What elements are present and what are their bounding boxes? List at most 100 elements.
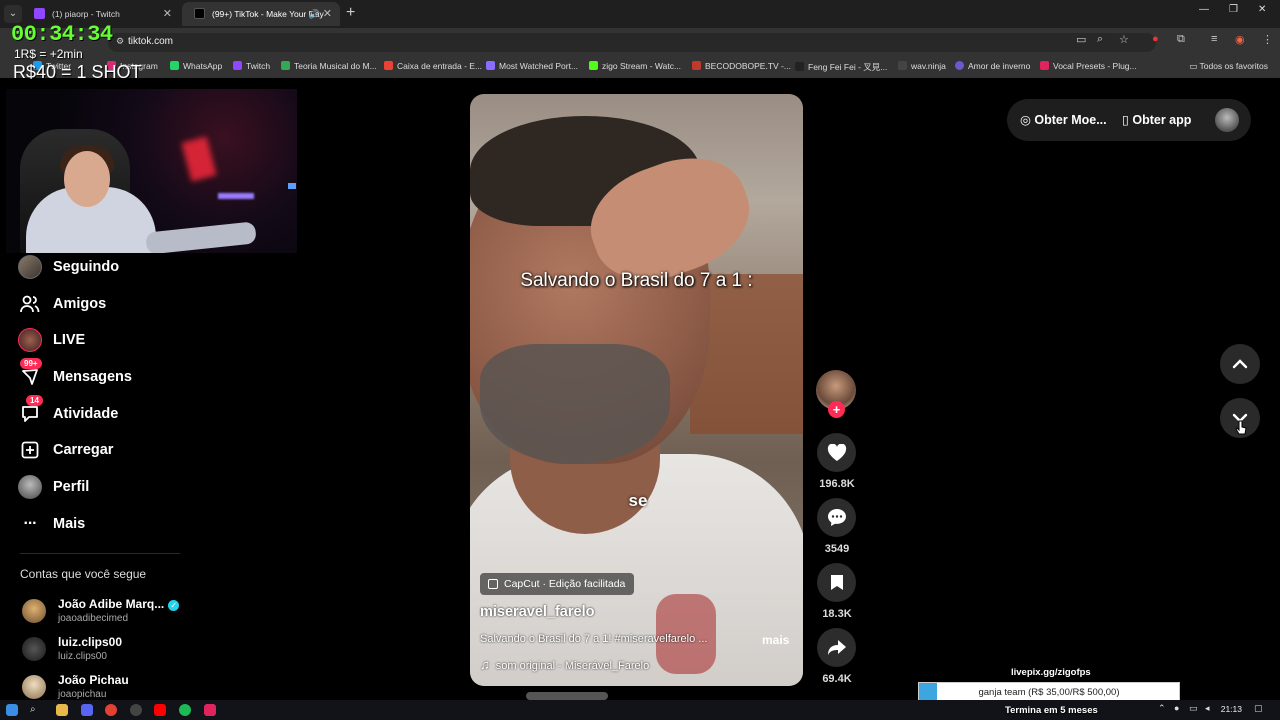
bookmark-wav-ninja[interactable]: wav.ninja [898, 61, 946, 71]
profile-avatar-icon[interactable]: ◉ [1235, 33, 1245, 46]
like-count: 196.8K [819, 478, 855, 490]
tab-label: (1) piaorp - Twitch [52, 9, 120, 19]
bookmark-most-watched[interactable]: Most Watched Port... [486, 61, 578, 71]
upload-icon [18, 438, 42, 462]
user-avatar[interactable] [1215, 108, 1239, 132]
video-caption-top: Salvando o Brasil do 7 a 1 : [520, 270, 753, 291]
bookmark-feng-fei-fei[interactable]: Feng Fei Fei - 叉見... [795, 61, 887, 73]
notifications-icon[interactable]: ▢ [1254, 703, 1263, 714]
bookmark-becodobope[interactable]: BECODOBOPE.TV -... [692, 61, 791, 71]
get-app-label: Obter app [1132, 113, 1192, 127]
sidebar-item-messages[interactable]: 99+ Mensagens [18, 358, 132, 391]
bookmark-icon [830, 575, 843, 590]
browser-tab-tiktok[interactable]: (99+) TikTok - Make Your Day 🔊 ✕ [182, 2, 340, 26]
sidebar-divider [20, 553, 180, 554]
speaker-icon[interactable]: 🔊 [309, 2, 320, 26]
sidebar-item-profile[interactable]: Perfil [18, 473, 89, 501]
capcut-label: CapCut · Edição facilitada [504, 578, 626, 590]
url-text: tiktok.com [128, 36, 174, 47]
video-caption-subtitle: se [628, 491, 648, 510]
get-coins-button[interactable]: ◎ Obter Moe... [1020, 112, 1107, 127]
chrome-icon[interactable] [105, 704, 117, 716]
zoom-icon[interactable]: ⌕ [1097, 33, 1103, 46]
bookmark-vocal-presets[interactable]: Vocal Presets - Plug... [1040, 61, 1137, 71]
bookmark-zigo-stream[interactable]: zigo Stream - Watc... [589, 61, 681, 71]
bookmark-amor-de-inverno[interactable]: Amor de inverno [955, 61, 1030, 71]
extension-icon[interactable]: ● [1152, 33, 1159, 45]
comment-button[interactable] [817, 498, 856, 537]
stream-shot-text: R$40 = 1 SHOT [13, 62, 142, 82]
url-field[interactable]: ⚙ tiktok.com [108, 33, 1156, 52]
more-icon: ··· [23, 515, 38, 532]
cast-icon[interactable]: ▭ [1076, 33, 1086, 46]
close-tab-icon[interactable]: ✕ [323, 2, 332, 26]
description-more-button[interactable]: mais [762, 633, 789, 647]
video-sound[interactable]: ♫ som original - Miserável_Farelo [480, 657, 649, 672]
restore-icon[interactable]: ❐ [1229, 4, 1238, 15]
tab-search-icon[interactable]: ⌄ [4, 5, 22, 23]
tray-chevron-icon[interactable]: ⌃ [1158, 703, 1166, 714]
all-bookmarks[interactable]: ▭ Todos os favoritos [1189, 61, 1268, 72]
previous-video-button[interactable] [1220, 344, 1260, 384]
bookmark-twitch[interactable]: Twitch [233, 61, 270, 71]
save-button[interactable] [817, 563, 856, 602]
activity-icon: 14 [18, 395, 43, 426]
sidebar-item-more[interactable]: ··· Mais [18, 510, 86, 538]
windows-start-icon[interactable] [6, 704, 18, 716]
share-button[interactable] [817, 628, 856, 667]
youtube-icon[interactable] [154, 704, 166, 716]
volume-icon[interactable]: ◂ [1205, 703, 1210, 714]
sidebar-item-friends[interactable]: Amigos [18, 290, 106, 318]
extensions-puzzle-icon[interactable]: ⧉ [1177, 33, 1185, 46]
close-tab-icon[interactable]: ✕ [163, 2, 172, 26]
browser-tab-bar: ⌄ (1) piaorp - Twitch ✕ (99+) TikTok - M… [0, 0, 1280, 28]
menu-icon[interactable]: ⋮ [1262, 33, 1273, 46]
followed-account[interactable]: João Pichau joaopichau [22, 673, 129, 700]
coin-icon: ◎ [1020, 113, 1035, 127]
sidebar-item-label: Seguindo [53, 259, 120, 275]
stream-timer: 00:34:34 [11, 22, 113, 47]
media-control-icon[interactable]: ≡ [1211, 33, 1217, 45]
save-count: 18.3K [822, 608, 852, 620]
bookmark-teoria-musical[interactable]: Teoria Musical do M... [281, 61, 377, 71]
file-explorer-icon[interactable] [56, 704, 68, 716]
app-icon[interactable] [204, 704, 216, 716]
obs-icon[interactable] [130, 704, 142, 716]
video-player[interactable]: Salvando o Brasil do 7 a 1 : se CapCut ·… [470, 94, 803, 686]
music-note-icon: ♫ [480, 657, 490, 672]
scroll-indicator[interactable] [526, 692, 608, 700]
get-app-button[interactable]: ▯ Obter app [1122, 112, 1191, 127]
mic-icon[interactable]: ● [1174, 703, 1179, 713]
bookmark-caixa-entrada[interactable]: Caixa de entrada - E... [384, 61, 482, 71]
sidebar-item-label: LIVE [53, 332, 86, 348]
new-tab-icon[interactable]: + [346, 4, 355, 22]
sidebar-item-label: Mais [53, 516, 86, 532]
followed-account[interactable]: João Adibe Marq... ✓ joaoadibecimed [22, 597, 180, 624]
discord-icon[interactable] [81, 704, 93, 716]
bookmark-whatsapp[interactable]: WhatsApp [170, 61, 222, 71]
search-icon[interactable]: ⌕ [30, 704, 42, 716]
network-icon[interactable]: ▭ [1189, 703, 1198, 714]
get-coins-label: Obter Moe... [1034, 113, 1107, 127]
sidebar-item-live[interactable]: LIVE [18, 326, 85, 354]
like-button[interactable] [817, 433, 856, 472]
comment-count: 3549 [824, 543, 850, 555]
minimize-icon[interactable]: — [1199, 4, 1209, 15]
taskbar-clock: 21:13 [1220, 704, 1242, 714]
spotify-icon[interactable] [179, 704, 191, 716]
address-bar-row: ⚙ tiktok.com [0, 28, 1280, 56]
bookmark-star-icon[interactable]: ☆ [1119, 33, 1129, 46]
capcut-tag[interactable]: CapCut · Edição facilitada [480, 573, 635, 595]
followed-account[interactable]: luiz.clips00 luiz.clips00 [22, 635, 122, 662]
verified-icon: ✓ [168, 600, 180, 611]
sidebar-item-label: Perfil [53, 479, 90, 495]
account-name: luiz.clips00 [58, 635, 123, 649]
sidebar-item-following[interactable]: Seguindo [18, 253, 119, 281]
follow-plus-icon[interactable]: + [828, 401, 845, 418]
sidebar-item-activity[interactable]: 14 Atividade [18, 395, 119, 428]
site-info-icon[interactable]: ⚙ [116, 36, 124, 47]
video-username[interactable]: miseravel_farelo [480, 604, 594, 620]
sidebar-item-upload[interactable]: Carregar [18, 436, 113, 464]
close-window-icon[interactable]: ✕ [1258, 4, 1266, 15]
sidebar-item-label: Atividade [53, 406, 119, 422]
